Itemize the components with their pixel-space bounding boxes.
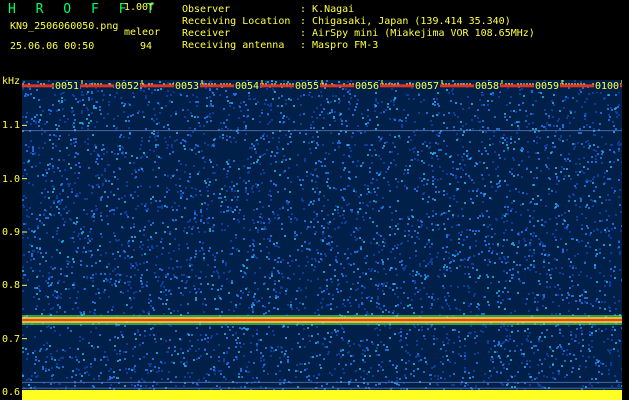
x-tick-label: 0057: [414, 81, 441, 92]
top-trace: [22, 84, 622, 88]
mode-label: meleor: [124, 27, 161, 38]
info-value: : AirSpy mini (Miakejima VOR 108.65MHz): [300, 28, 535, 39]
count-value: 94: [140, 41, 153, 52]
axis-unit-label: kHz: [2, 76, 21, 87]
date-time: 25.06.06 00:50: [10, 41, 95, 52]
bottom-band: [22, 390, 622, 400]
info-value: : Maspro FM-3: [300, 40, 379, 51]
x-tick-label: 0056: [354, 81, 381, 92]
info-antenna: Receiving antenna : Maspro FM-3: [182, 40, 378, 51]
info-label: Observer: [182, 4, 231, 15]
x-tick-label: 0055: [294, 81, 321, 92]
info-observer: Observer : K.Nagai: [182, 4, 354, 15]
x-tick-label: 0051: [54, 81, 81, 92]
header-panel: H R O F F T 1.00f KN9_2506060050.png mel…: [0, 0, 629, 76]
y-tick-label: 0.9: [2, 227, 21, 238]
info-receiver: Receiver : AirSpy mini (Miakejima VOR 108…: [182, 28, 535, 39]
info-label: Receiving Location: [182, 16, 291, 27]
x-tick-label: 0059: [534, 81, 561, 92]
x-tick-label: 0054: [234, 81, 261, 92]
spectrogram-canvas: [22, 80, 622, 400]
y-tick-label: 0.8: [2, 280, 21, 292]
spectrogram-plot: [22, 80, 622, 400]
info-value: : K.Nagai: [300, 4, 355, 15]
info-label: Receiving antenna: [182, 40, 285, 51]
y-tick-label: 0.7: [2, 333, 21, 345]
file-name: KN9_2506060050.png: [10, 21, 119, 32]
y-tick-label: 1.0: [2, 173, 21, 185]
x-tick-label: 0058: [474, 81, 501, 92]
y-tick-label: 0.6: [2, 387, 21, 398]
x-tick-label: 0100: [594, 81, 621, 92]
x-tick-label: 0053: [174, 81, 201, 92]
y-tick-label: 1.1: [2, 120, 21, 132]
info-location: Receiving Location : Chigasaki, Japan (13…: [182, 16, 511, 27]
info-value: : Chigasaki, Japan (139.414 35.340): [300, 16, 511, 27]
carrier-trace-peak: [22, 319, 622, 321]
info-label: Receiver: [182, 28, 231, 39]
x-tick-label: 0052: [114, 81, 141, 92]
app-version: 1.00f: [124, 2, 155, 13]
